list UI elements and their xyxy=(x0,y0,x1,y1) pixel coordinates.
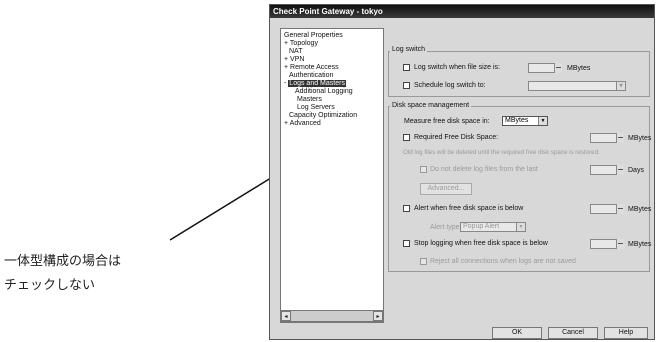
dialog-window: Check Point Gateway - tokyo General Prop… xyxy=(269,4,655,340)
tree-item-advanced[interactable]: + Advanced xyxy=(284,120,321,128)
required-free-checkbox[interactable] xyxy=(403,134,410,141)
tree-item-authentication[interactable]: Authentication xyxy=(289,72,333,80)
spinner-icon[interactable] xyxy=(616,239,624,249)
reject-connections-checkbox[interactable] xyxy=(420,258,427,265)
spinner-icon[interactable] xyxy=(616,133,624,143)
required-free-label: Required Free Disk Space: xyxy=(414,134,499,141)
tree-item-logs-and-masters[interactable]: - Logs and Masters xyxy=(284,80,346,88)
do-not-delete-label: Do not delete log files from the last xyxy=(430,166,538,173)
tree-item-general-properties[interactable]: General Properties xyxy=(284,32,343,40)
expand-icon[interactable]: + xyxy=(284,40,288,47)
alert-type-select[interactable]: Popup Alert ▼ xyxy=(460,222,526,232)
tree-item-capacity-optimization[interactable]: Capacity Optimization xyxy=(289,112,357,120)
expand-icon[interactable]: + xyxy=(284,56,288,63)
required-free-unit: MBytes xyxy=(628,135,652,142)
log-switch-size-checkbox[interactable] xyxy=(403,64,410,71)
measure-unit-select[interactable]: MBytes ▼ xyxy=(502,116,548,126)
stop-logging-label: Stop logging when free disk space is bel… xyxy=(414,240,548,247)
tree-item-vpn[interactable]: + VPN xyxy=(284,56,304,64)
spinner-icon[interactable] xyxy=(616,165,624,175)
alert-type-label: Alert type: xyxy=(430,224,462,231)
alert-free-checkbox[interactable] xyxy=(403,205,410,212)
chevron-down-icon[interactable]: ▼ xyxy=(538,117,547,125)
schedule-switch-select[interactable]: ▼ xyxy=(528,81,626,91)
callout-caption: 一体型構成の場合は チェックしない xyxy=(4,249,121,297)
help-button[interactable]: Help xyxy=(604,327,648,339)
properties-tree: General Properties + Topology NAT + VPN … xyxy=(280,28,384,323)
log-switch-size-input[interactable] xyxy=(528,63,562,73)
tree-item-additional-logging[interactable]: Additional Logging xyxy=(295,88,353,96)
log-switch-group-title: Log switch xyxy=(390,45,428,54)
reject-connections-label: Reject all connections when logs are not… xyxy=(430,258,576,265)
tree-item-log-servers[interactable]: Log Servers xyxy=(297,104,335,112)
caption-line-2: チェックしない xyxy=(4,277,96,292)
stop-logging-unit: MBytes xyxy=(628,241,652,248)
advanced-button[interactable]: Advanced... xyxy=(420,183,472,195)
old-files-note: Old log files will be deleted until the … xyxy=(403,149,600,156)
caption-line-1: 一体型構成の場合は xyxy=(4,253,122,268)
spinner-icon[interactable] xyxy=(616,204,624,214)
alert-free-unit: MBytes xyxy=(628,206,652,213)
expand-icon[interactable]: + xyxy=(284,120,288,127)
cancel-button[interactable]: Cancel xyxy=(548,327,598,339)
tree-item-topology[interactable]: + Topology xyxy=(284,40,318,48)
ok-button[interactable]: OK xyxy=(492,327,542,339)
alert-free-input[interactable] xyxy=(590,204,624,214)
log-switch-size-label: Log switch when file size is: xyxy=(414,64,500,71)
chevron-down-icon[interactable]: ▼ xyxy=(616,82,625,90)
tree-item-masters[interactable]: Masters xyxy=(297,96,322,104)
schedule-switch-checkbox[interactable] xyxy=(403,82,410,89)
tree-item-remote-access[interactable]: + Remote Access xyxy=(284,64,339,72)
do-not-delete-input[interactable] xyxy=(590,165,624,175)
title-bar: Check Point Gateway - tokyo xyxy=(270,5,654,18)
disk-space-group-title: Disk space management xyxy=(390,101,472,110)
scroll-left-icon[interactable]: ◂ xyxy=(281,311,291,321)
do-not-delete-unit: Days xyxy=(628,167,644,174)
required-free-input[interactable] xyxy=(590,133,624,143)
collapse-icon[interactable]: - xyxy=(284,80,286,87)
chevron-down-icon[interactable]: ▼ xyxy=(516,223,525,231)
log-switch-size-unit: MBytes xyxy=(567,65,591,72)
tree-horizontal-scrollbar[interactable]: ◂ ▸ xyxy=(280,310,384,322)
measure-label: Measure free disk space in: xyxy=(404,118,490,125)
alert-free-label: Alert when free disk space is below xyxy=(414,205,524,212)
schedule-switch-label: Schedule log switch to: xyxy=(414,82,486,89)
stop-logging-checkbox[interactable] xyxy=(403,240,410,247)
expand-icon[interactable]: + xyxy=(284,64,288,71)
tree-item-nat[interactable]: NAT xyxy=(289,48,302,56)
scroll-right-icon[interactable]: ▸ xyxy=(373,311,383,321)
stop-logging-input[interactable] xyxy=(590,239,624,249)
do-not-delete-checkbox[interactable] xyxy=(420,166,427,173)
spinner-icon[interactable] xyxy=(554,63,562,73)
